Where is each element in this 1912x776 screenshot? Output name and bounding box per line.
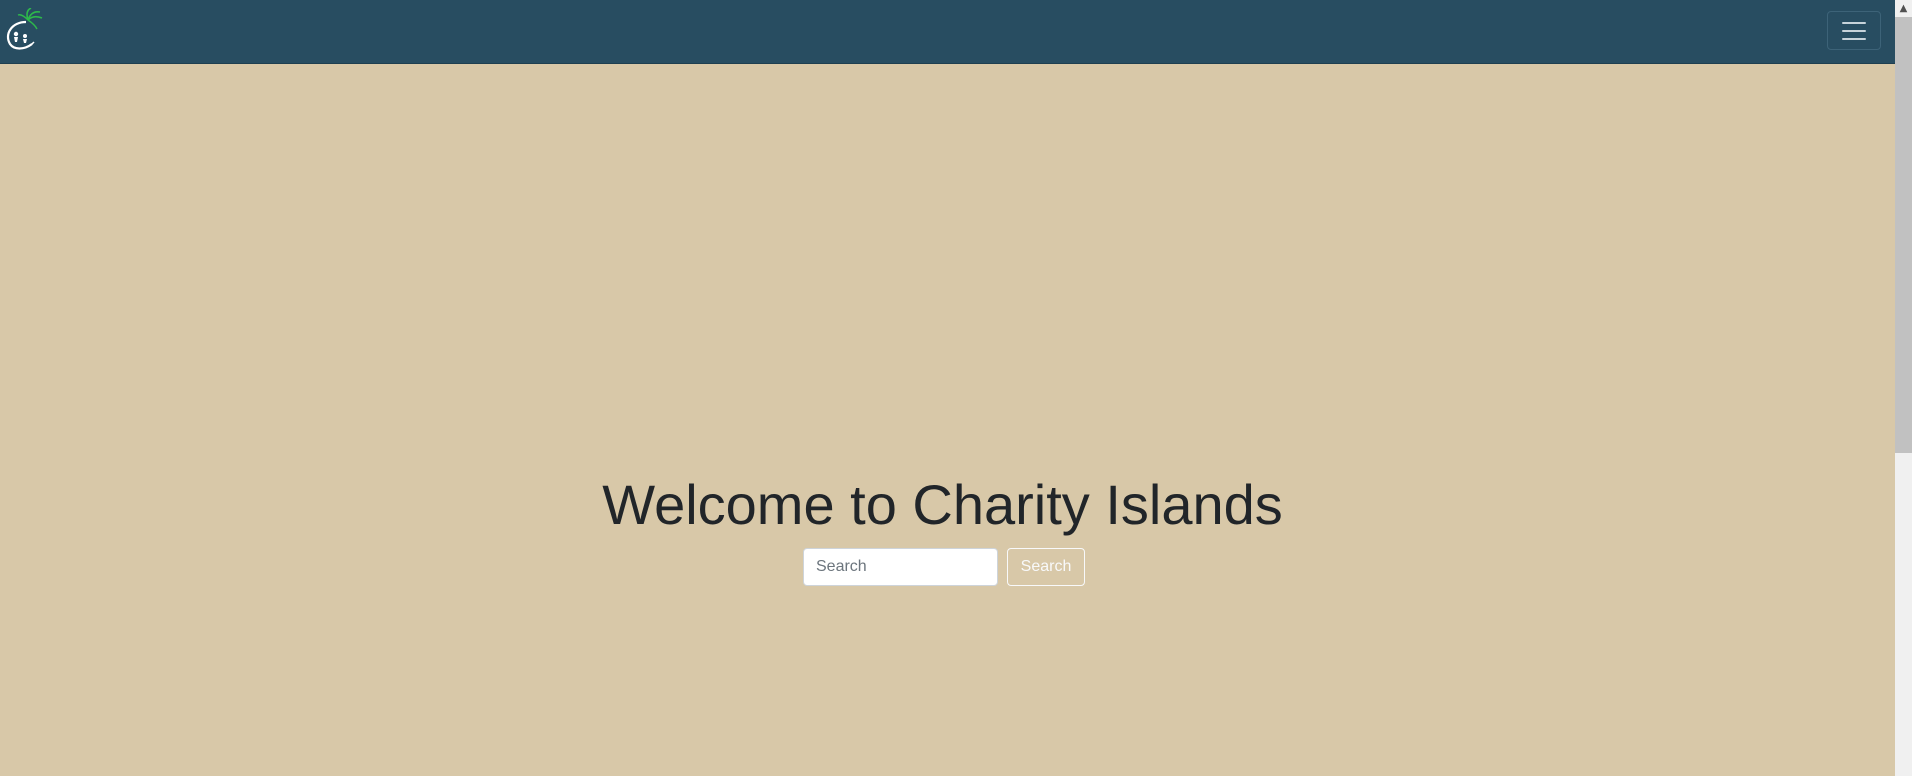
search-button[interactable]: Search <box>1007 548 1085 586</box>
hero-section: Welcome to Charity Islands Search <box>0 63 1895 776</box>
navbar-toggle-button[interactable] <box>1827 11 1881 50</box>
palm-tree-logo-icon <box>6 7 43 50</box>
scroll-up-arrow-icon[interactable]: ▲ <box>1895 0 1912 17</box>
navbar <box>0 0 1895 64</box>
search-input[interactable] <box>803 548 998 586</box>
hero-title: Welcome to Charity Islands <box>602 473 1283 536</box>
vertical-scrollbar[interactable]: ▲ <box>1895 0 1912 776</box>
page: Welcome to Charity Islands Search <box>0 0 1895 776</box>
brand-logo-link[interactable] <box>4 7 44 54</box>
scrollbar-thumb[interactable] <box>1895 17 1912 453</box>
